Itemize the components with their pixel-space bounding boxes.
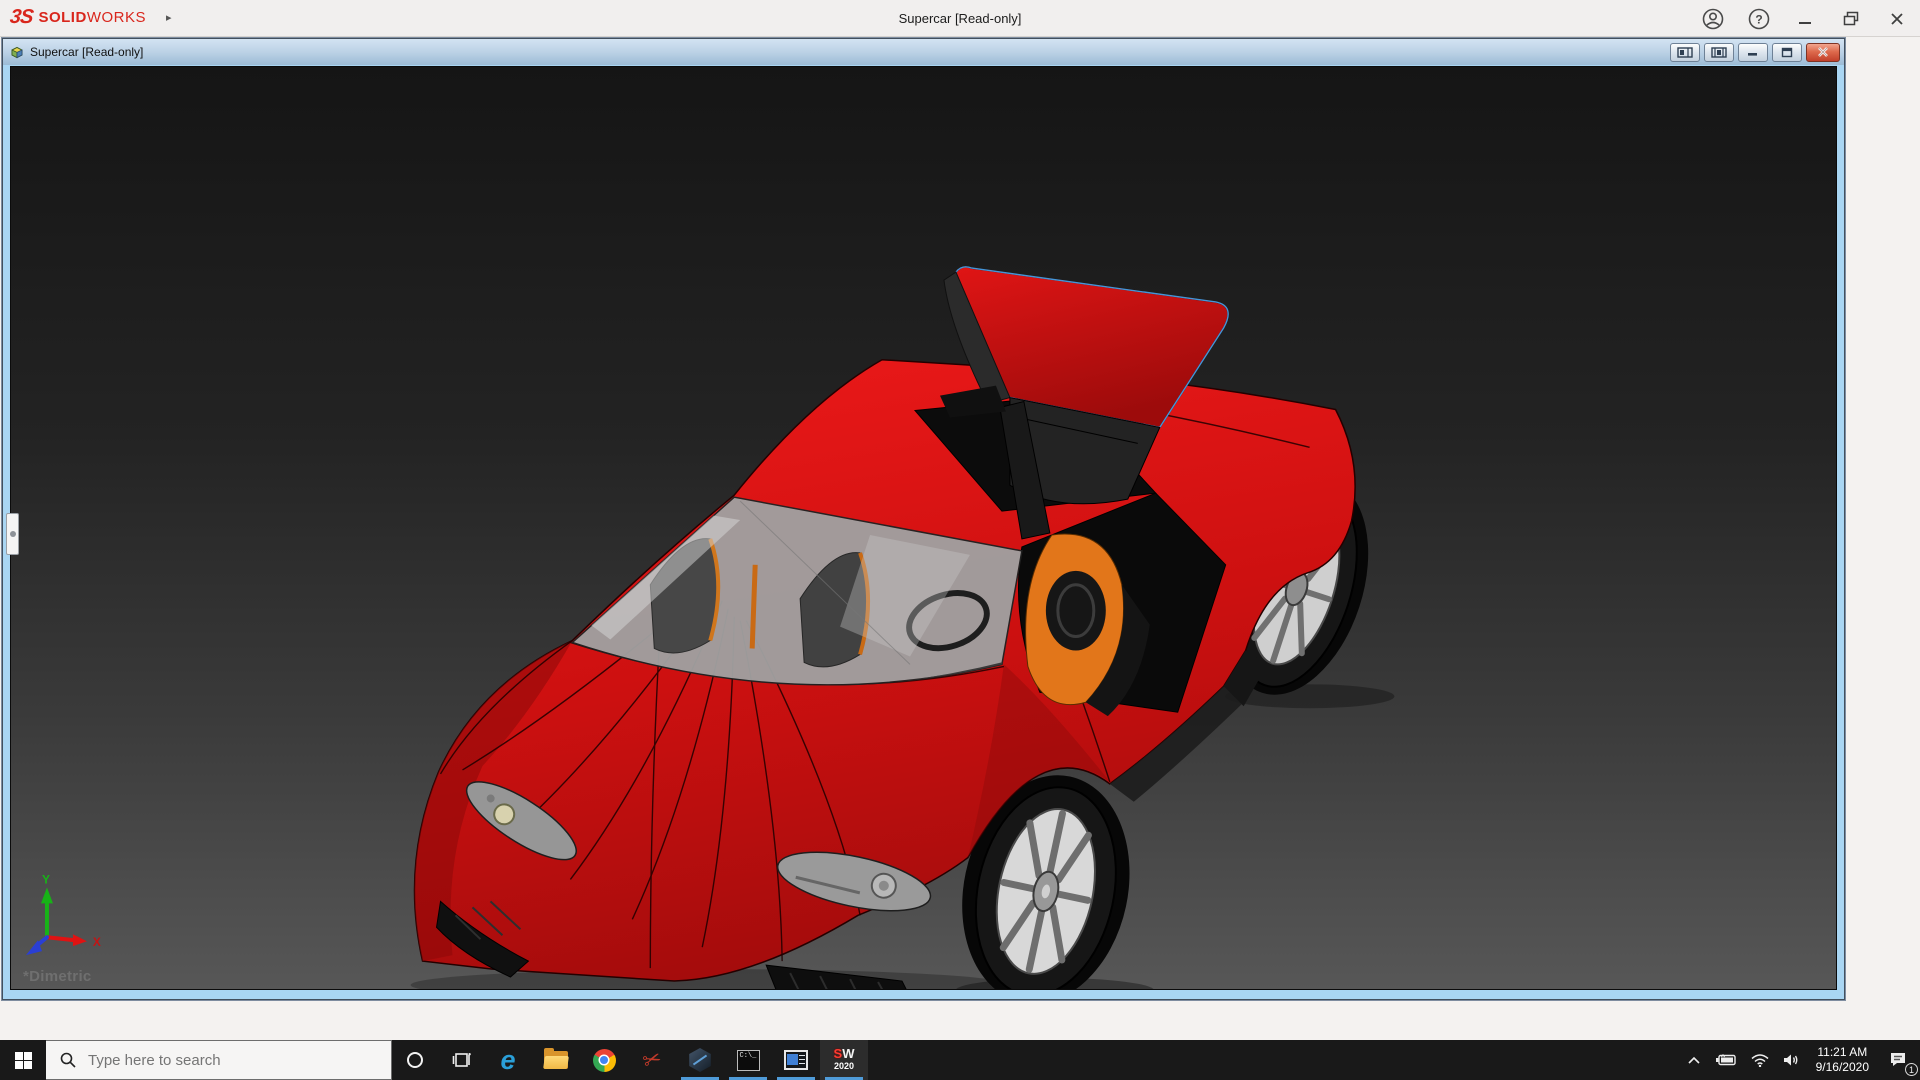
search-input[interactable] <box>88 1052 348 1069</box>
tray-wifi[interactable] <box>1744 1040 1776 1080</box>
doc-minimize-button[interactable] <box>1738 43 1768 62</box>
view-orientation-label: *Dimetric <box>23 968 92 985</box>
notification-count-badge: 1 <box>1905 1063 1918 1076</box>
snipping-tool-icon: ✂ <box>640 1047 664 1074</box>
battery-icon <box>1715 1054 1737 1066</box>
document-window-buttons <box>1670 43 1840 62</box>
supercar-3d-model[interactable]: Y X <box>11 67 1836 989</box>
edge-icon: e <box>500 1047 515 1074</box>
tray-chevron-up[interactable] <box>1680 1040 1708 1080</box>
task-view-button[interactable] <box>438 1040 484 1080</box>
svg-text:?: ? <box>1755 12 1762 26</box>
chevron-up-icon <box>1687 1055 1701 1065</box>
orientation-triad: Y X <box>26 872 101 955</box>
app-window-controls: ? <box>1702 0 1908 37</box>
account-icon[interactable] <box>1702 8 1724 30</box>
taskbar-solidworks[interactable]: SW 2020 <box>820 1040 868 1080</box>
close-button[interactable] <box>1886 8 1908 30</box>
doc-close-button[interactable] <box>1806 43 1840 62</box>
tray-clock[interactable]: 11:21 AM 9/16/2020 <box>1807 1040 1878 1080</box>
app-window-title: Supercar [Read-only] <box>0 0 1920 37</box>
triad-y-label: Y <box>42 872 50 886</box>
document-title: Supercar [Read-only] <box>30 45 143 59</box>
taskbar-hexagon-app[interactable] <box>676 1040 724 1080</box>
taskbar-file-explorer[interactable] <box>532 1040 580 1080</box>
task-view-icon <box>451 1051 471 1069</box>
solidworks-2020-icon: SW 2020 <box>834 1048 855 1072</box>
taskbar-snipping-tool[interactable]: ✂ <box>628 1040 676 1080</box>
taskbar-chrome[interactable] <box>580 1040 628 1080</box>
doc-restore-button[interactable] <box>1772 43 1802 62</box>
taskbar-spacer <box>868 1040 1680 1080</box>
part-document-icon <box>9 44 25 60</box>
volume-icon <box>1783 1053 1800 1067</box>
clock-date: 9/16/2020 <box>1816 1060 1869 1075</box>
taskbar-search[interactable] <box>46 1040 392 1080</box>
triad-x-label: X <box>93 935 101 949</box>
tray-battery[interactable] <box>1708 1040 1744 1080</box>
app-titlebar: 3S SOLIDWORKS ▸ Supercar [Read-only] ? <box>0 0 1920 37</box>
pane-left-button[interactable] <box>1670 43 1700 62</box>
file-explorer-icon <box>544 1051 568 1069</box>
document-titlebar[interactable]: Supercar [Read-only] <box>3 39 1844 65</box>
restore-button[interactable] <box>1840 8 1862 30</box>
feature-pane-splitter-handle[interactable] <box>6 513 19 555</box>
windows-logo-icon <box>15 1052 32 1069</box>
app-window-icon <box>784 1050 808 1070</box>
taskbar-command-prompt[interactable]: C:\_ <box>724 1040 772 1080</box>
tray-volume[interactable] <box>1776 1040 1807 1080</box>
windows-taskbar: e ✂ C:\_ SW 2020 <box>0 1040 1920 1080</box>
hexagon-app-icon <box>688 1048 712 1072</box>
action-center-button[interactable]: 1 <box>1878 1040 1920 1080</box>
cortana-icon <box>407 1052 423 1068</box>
document-frame: Y X *Dimetric <box>3 65 1844 999</box>
chrome-icon <box>593 1049 616 1072</box>
clock-time: 11:21 AM <box>1817 1045 1867 1060</box>
pane-right-button[interactable] <box>1704 43 1734 62</box>
minimize-button[interactable] <box>1794 8 1816 30</box>
command-prompt-icon: C:\_ <box>737 1050 760 1071</box>
system-tray: 11:21 AM 9/16/2020 1 <box>1680 1040 1920 1080</box>
taskbar-app-window[interactable] <box>772 1040 820 1080</box>
document-window: Supercar [Read-only] <box>2 38 1845 1000</box>
cortana-button[interactable] <box>392 1040 438 1080</box>
start-button[interactable] <box>0 1040 46 1080</box>
graphics-viewport[interactable]: Y X *Dimetric <box>10 66 1837 990</box>
help-icon[interactable]: ? <box>1748 8 1770 30</box>
wifi-icon <box>1751 1054 1769 1067</box>
taskbar-edge[interactable]: e <box>484 1040 532 1080</box>
search-icon <box>60 1052 76 1068</box>
